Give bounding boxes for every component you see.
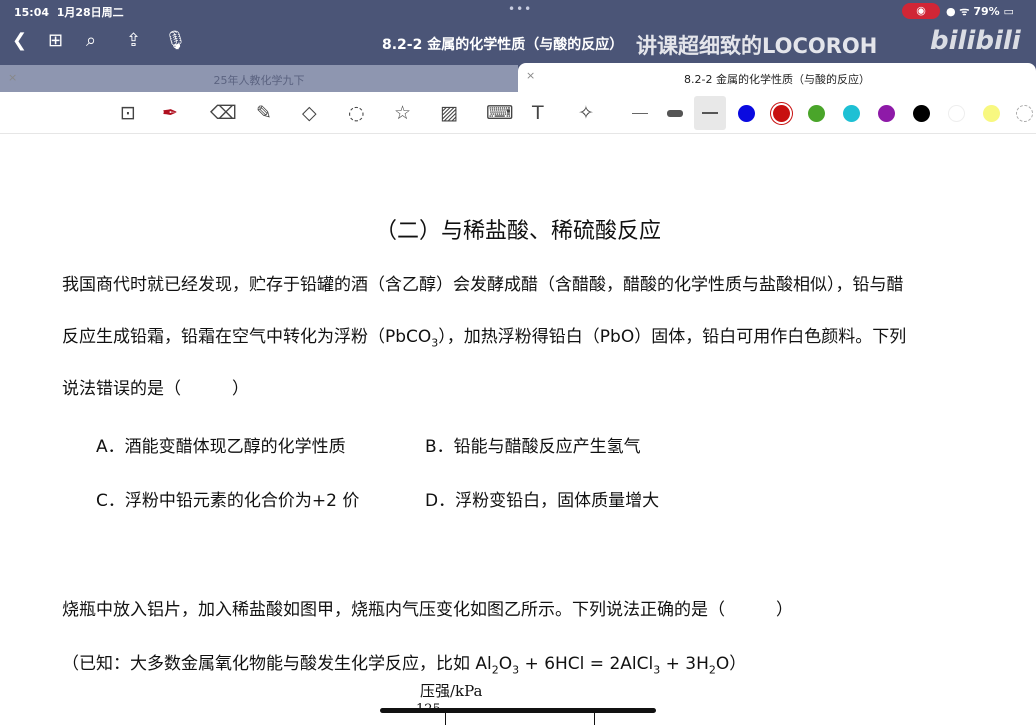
- eraser-icon[interactable]: ⌫: [210, 102, 237, 124]
- option-c: C．浮粉中铅元素的化合价为+2 价: [96, 491, 360, 511]
- home-indicator[interactable]: [380, 708, 656, 713]
- color-cyan[interactable]: [843, 105, 860, 122]
- chart-y-axis-label: 压强/kPa: [420, 682, 483, 700]
- watermark: 讲课超细致的LOCOROH: [636, 34, 878, 58]
- multitask-dots[interactable]: •••: [508, 2, 532, 16]
- highlighter-icon[interactable]: ✎: [256, 102, 272, 124]
- tab-current-document[interactable]: × 8.2-2 金属的化学性质（与酸的反应）: [518, 63, 1036, 92]
- color-green[interactable]: [808, 105, 825, 122]
- zoom-window-icon[interactable]: ⊡: [120, 102, 136, 124]
- document-title: 8.2-2 金属的化学性质（与酸的反应）: [382, 37, 624, 53]
- image-icon[interactable]: ▨: [440, 102, 458, 124]
- custom-color[interactable]: [1016, 105, 1033, 122]
- microphone-icon[interactable]: 🎙: [164, 30, 187, 51]
- share-icon[interactable]: ⇪: [126, 30, 141, 51]
- grid-icon[interactable]: ⊞: [48, 30, 63, 51]
- color-red-selected[interactable]: [773, 105, 790, 122]
- color-purple[interactable]: [878, 105, 895, 122]
- keyboard-icon[interactable]: ⌨: [486, 102, 513, 124]
- status-time: 15:04 1月28日周二: [14, 6, 124, 19]
- back-icon[interactable]: ❮: [12, 30, 27, 51]
- question2-line1: 烧瓶中放入铝片，加入稀盐酸如图甲，烧瓶内气压变化如图乙所示。下列说法正确的是（ …: [62, 600, 793, 620]
- option-b: B．铅能与醋酸反应产生氢气: [425, 437, 641, 457]
- lasso-icon[interactable]: ◌: [348, 102, 365, 124]
- drawing-toolbar: ⊡ ✒ ⌫ ✎ ◇ ◌ ☆ ▨ ⌨ T ✧: [0, 92, 1036, 134]
- option-a: A．酒能变醋体现乙醇的化学性质: [96, 437, 346, 457]
- question1-line1: 我国商代时就已经发现，贮存于铅罐的酒（含乙醇）会发酵成醋（含醋酸，醋酸的化学性质…: [62, 275, 904, 295]
- status-right: ● ᯤ 79% ▭: [946, 5, 1014, 18]
- medium-stroke-selected[interactable]: [694, 96, 726, 130]
- document-page: （二）与稀盐酸、稀硫酸反应 我国商代时就已经发现，贮存于铅罐的酒（含乙醇）会发酵…: [0, 135, 1036, 725]
- shapes-icon[interactable]: ◇: [302, 102, 317, 124]
- pen-icon[interactable]: ✒: [162, 102, 178, 124]
- laser-pointer-icon[interactable]: ✧: [578, 102, 594, 124]
- color-white[interactable]: [948, 105, 965, 122]
- color-black[interactable]: [913, 105, 930, 122]
- search-icon[interactable]: ⌕: [86, 30, 96, 51]
- color-blue[interactable]: [738, 105, 755, 122]
- color-yellow[interactable]: [983, 105, 1000, 122]
- question1-line2: 反应生成铅霜，铅霜在空气中转化为浮粉（PbCO3），加热浮粉得铅白（PbO）固体…: [62, 327, 907, 350]
- question2-line2: （已知：大多数金属氧化物能与酸发生化学反应，比如 Al2O3 + 6HCl = …: [62, 654, 747, 677]
- question1-line3: 说法错误的是（ ）: [62, 379, 249, 399]
- bilibili-logo: bilibili: [930, 26, 1021, 56]
- option-d: D．浮粉变铅白，固体质量增大: [425, 491, 660, 511]
- section-heading: （二）与稀盐酸、稀硫酸反应: [374, 219, 661, 244]
- tab-25-chemistry[interactable]: × 25年人教化学九下: [0, 65, 518, 92]
- record-icon: ◉: [902, 3, 940, 19]
- thin-stroke[interactable]: [632, 113, 648, 114]
- textbox-icon[interactable]: T: [532, 102, 544, 124]
- thick-stroke[interactable]: [667, 110, 683, 117]
- sticker-icon[interactable]: ☆: [394, 102, 411, 124]
